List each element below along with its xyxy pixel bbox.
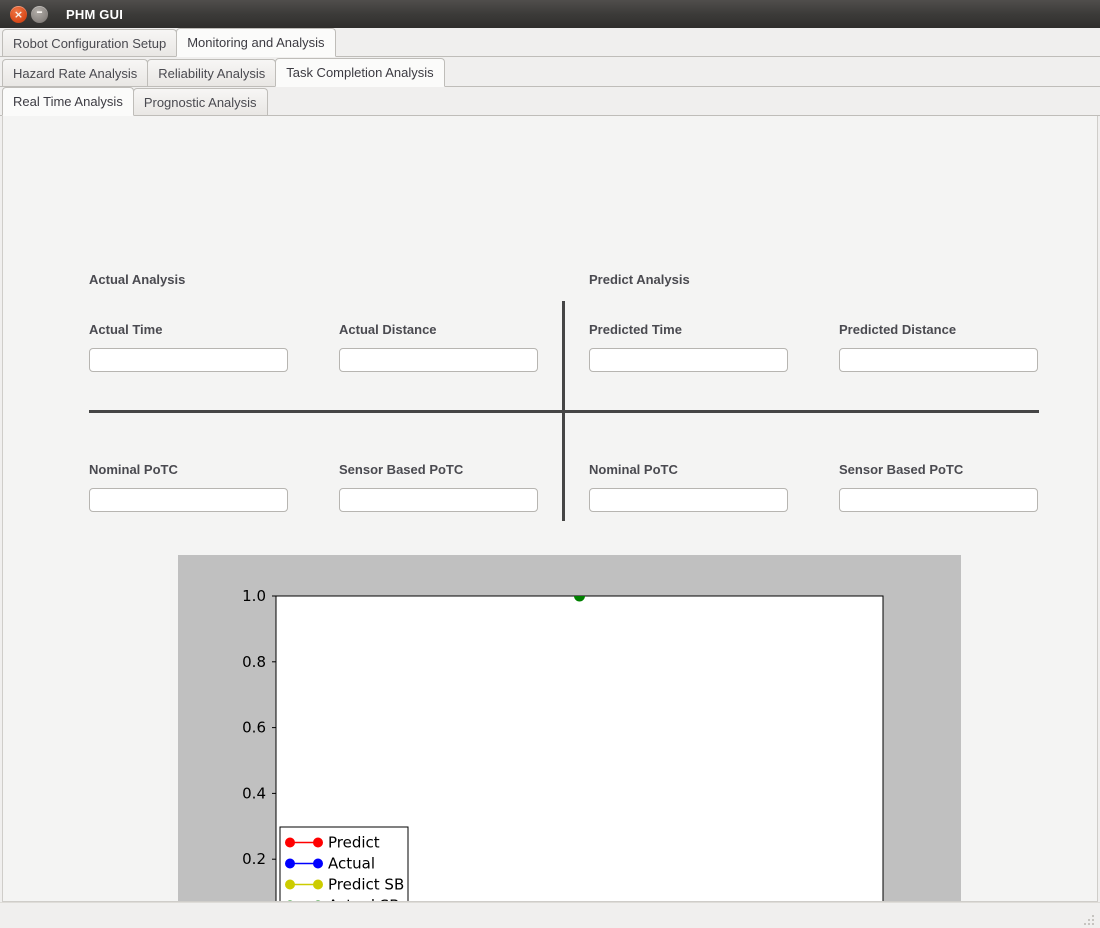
tab-real-time-analysis[interactable]: Real Time Analysis bbox=[2, 87, 134, 116]
tab-reliability-analysis[interactable]: Reliability Analysis bbox=[147, 59, 277, 86]
minimize-icon[interactable]: – bbox=[31, 5, 48, 23]
input-actual-time[interactable] bbox=[89, 348, 288, 372]
svg-text:0.4: 0.4 bbox=[242, 784, 266, 802]
section-title-actual-analysis: Actual Analysis bbox=[89, 272, 186, 287]
tab-prognostic-analysis[interactable]: Prognostic Analysis bbox=[132, 88, 268, 115]
task-completion-chart[interactable]: −0.0010−0.00050.00000.00050.00100.00.20.… bbox=[178, 555, 961, 901]
window-titlebar: × – PHM GUI bbox=[0, 0, 1100, 28]
resize-grip-icon[interactable] bbox=[1083, 912, 1097, 926]
label-actual-time: Actual Time bbox=[89, 322, 163, 337]
input-actual-sensor-based-potc[interactable] bbox=[339, 488, 538, 512]
svg-text:Predict SB: Predict SB bbox=[328, 876, 404, 894]
svg-text:0.8: 0.8 bbox=[242, 653, 266, 671]
input-actual-distance[interactable] bbox=[339, 348, 538, 372]
tabbar-tertiary: Real Time Analysis Prognostic Analysis bbox=[0, 87, 1100, 116]
label-actual-distance: Actual Distance bbox=[339, 322, 437, 337]
svg-text:Predict: Predict bbox=[328, 834, 380, 852]
label-actual-nominal-potc: Nominal PoTC bbox=[89, 462, 178, 477]
svg-text:Actual: Actual bbox=[328, 855, 375, 873]
svg-text:0.2: 0.2 bbox=[242, 850, 266, 868]
label-predicted-time: Predicted Time bbox=[589, 322, 682, 337]
divider-vertical bbox=[562, 301, 565, 521]
label-predict-sensor-based-potc: Sensor Based PoTC bbox=[839, 462, 964, 477]
tabbar-primary: Robot Configuration Setup Monitoring and… bbox=[0, 28, 1100, 57]
analysis-form-area: Actual Analysis Predict Analysis Actual … bbox=[3, 116, 1097, 536]
input-predicted-distance[interactable] bbox=[839, 348, 1038, 372]
close-glyph: × bbox=[13, 7, 24, 21]
window-body: Robot Configuration Setup Monitoring and… bbox=[0, 28, 1100, 928]
tab-task-completion-analysis[interactable]: Task Completion Analysis bbox=[275, 58, 445, 87]
label-predict-nominal-potc: Nominal PoTC bbox=[589, 462, 678, 477]
tabbar-secondary: Hazard Rate Analysis Reliability Analysi… bbox=[0, 57, 1100, 87]
section-title-predict-analysis: Predict Analysis bbox=[589, 272, 690, 287]
minimize-glyph: – bbox=[36, 5, 43, 20]
input-predict-sensor-based-potc[interactable] bbox=[839, 488, 1038, 512]
tab-robot-configuration-setup[interactable]: Robot Configuration Setup bbox=[2, 29, 178, 56]
status-bar bbox=[0, 902, 1100, 928]
svg-text:0.6: 0.6 bbox=[242, 719, 266, 737]
tab-content-real-time-analysis: Actual Analysis Predict Analysis Actual … bbox=[2, 116, 1098, 902]
input-actual-nominal-potc[interactable] bbox=[89, 488, 288, 512]
chart-canvas: −0.0010−0.00050.00000.00050.00100.00.20.… bbox=[178, 555, 961, 901]
label-predicted-distance: Predicted Distance bbox=[839, 322, 957, 337]
close-icon[interactable]: × bbox=[10, 5, 27, 23]
window-title: PHM GUI bbox=[66, 6, 124, 22]
svg-text:1.0: 1.0 bbox=[242, 587, 266, 605]
label-actual-sensor-based-potc: Sensor Based PoTC bbox=[339, 462, 464, 477]
tab-monitoring-and-analysis[interactable]: Monitoring and Analysis bbox=[176, 28, 336, 57]
input-predict-nominal-potc[interactable] bbox=[589, 488, 788, 512]
input-predicted-time[interactable] bbox=[589, 348, 788, 372]
tab-hazard-rate-analysis[interactable]: Hazard Rate Analysis bbox=[2, 59, 149, 86]
